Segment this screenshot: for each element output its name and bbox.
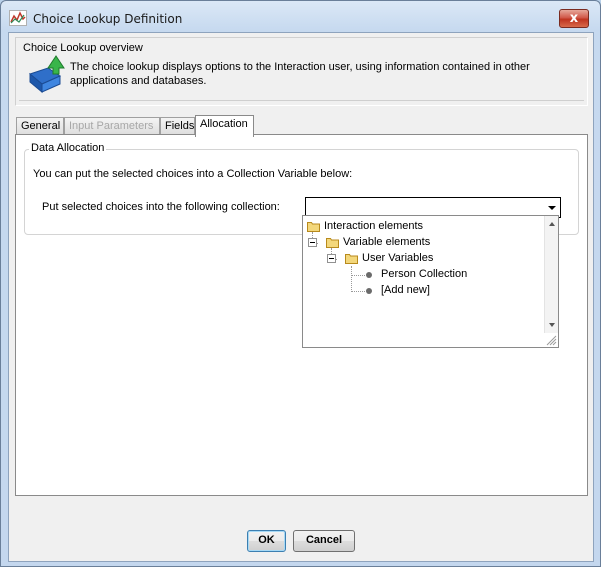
collection-tree-popup[interactable]: Interaction elements Variable elements U… [302, 215, 559, 348]
dialog-window: Choice Lookup Definition x Choice Lookup… [0, 0, 601, 567]
ok-button[interactable]: OK [247, 530, 286, 552]
bullet-icon [366, 288, 372, 294]
folder-icon [345, 254, 358, 264]
app-logo-icon [9, 10, 27, 26]
overview-divider [19, 100, 584, 101]
tree-label: User Variables [362, 252, 434, 264]
tree-connector [351, 291, 365, 292]
vertical-scrollbar[interactable] [544, 216, 558, 333]
bullet-icon [366, 272, 372, 278]
tree-label: Interaction elements [324, 220, 424, 232]
close-button[interactable]: x [559, 9, 589, 28]
lookup-arrow-icon [28, 55, 65, 94]
collapse-toggle-icon[interactable] [327, 254, 336, 263]
tab-allocation[interactable]: Allocation [195, 115, 254, 137]
collection-label: Put selected choices into the following … [42, 201, 280, 213]
tree-label: Variable elements [343, 236, 431, 248]
cancel-button[interactable]: Cancel [293, 530, 355, 552]
folder-icon [307, 222, 320, 232]
overview-description: The choice lookup displays options to th… [70, 61, 530, 87]
window-title: Choice Lookup Definition [33, 12, 183, 26]
resize-grip-icon[interactable] [545, 334, 557, 346]
overview-panel: Choice Lookup overview The choice lookup… [15, 37, 588, 106]
close-icon: x [569, 11, 579, 26]
tree-connector [351, 275, 365, 276]
title-bar[interactable]: Choice Lookup Definition x [1, 1, 600, 35]
overview-title: Choice Lookup overview [23, 42, 143, 54]
group-title: Data Allocation [29, 142, 107, 154]
tree-label: [Add new] [381, 284, 430, 296]
tree-label: Person Collection [381, 268, 468, 280]
allocation-description: You can put the selected choices into a … [33, 168, 353, 180]
scroll-down-icon[interactable] [549, 323, 555, 327]
folder-icon [326, 238, 339, 248]
scroll-up-icon[interactable] [549, 222, 555, 226]
chevron-down-icon[interactable] [548, 206, 556, 210]
collapse-toggle-icon[interactable] [308, 238, 317, 247]
tree-connector [351, 266, 352, 292]
